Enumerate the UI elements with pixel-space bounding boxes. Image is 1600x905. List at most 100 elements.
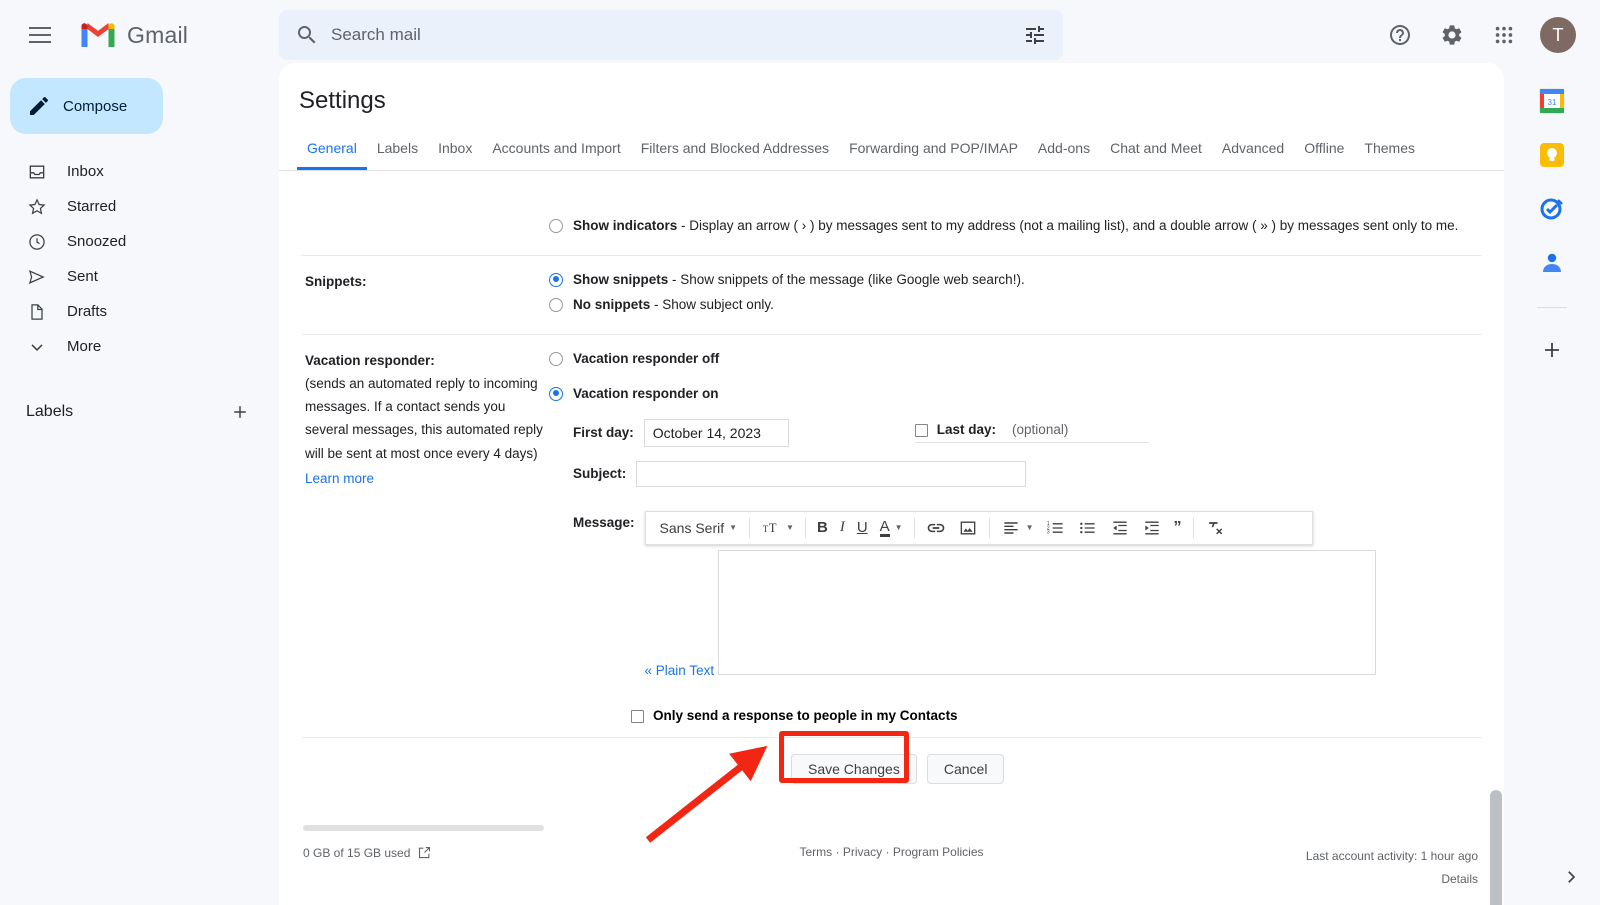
plain-text-link[interactable]: « Plain Text	[645, 663, 715, 678]
sidebar-item-label: Starred	[67, 198, 116, 215]
tab-filters-blocked[interactable]: Filters and Blocked Addresses	[631, 129, 839, 170]
form-actions: Save Changes Cancel	[301, 738, 1482, 784]
google-calendar-icon[interactable]: 31	[1538, 87, 1566, 115]
sidebar-item-snoozed[interactable]: Snoozed	[0, 224, 279, 259]
vacation-on-option[interactable]: Vacation responder on	[549, 384, 1482, 405]
footer-links-text[interactable]: Terms · Privacy · Program Policies	[799, 845, 983, 859]
google-keep-icon[interactable]	[1538, 141, 1566, 169]
labels-section-header: Labels	[0, 392, 279, 432]
tab-advanced[interactable]: Advanced	[1212, 129, 1294, 170]
font-family-dropdown[interactable]: Sans Serif ▼	[652, 514, 744, 542]
google-tasks-icon[interactable]	[1538, 195, 1566, 223]
remove-formatting-icon[interactable]	[1200, 514, 1230, 542]
message-textarea[interactable]	[718, 550, 1376, 675]
chevron-down-icon	[27, 337, 47, 357]
vertical-scrollbar[interactable]	[1490, 790, 1502, 905]
learn-more-link[interactable]: Learn more	[305, 467, 374, 490]
search-icon[interactable]	[295, 23, 319, 47]
rich-text-toolbar: Sans Serif ▼ TT ▼ B I U	[645, 511, 1313, 545]
toolbar-divider	[1193, 518, 1194, 538]
vacation-off-radio[interactable]	[549, 352, 563, 366]
search-bar[interactable]	[279, 10, 1063, 60]
add-side-panel-plus-icon[interactable]	[1540, 338, 1564, 367]
subject-label: Subject:	[573, 466, 626, 481]
tab-accounts-import[interactable]: Accounts and Import	[482, 129, 630, 170]
chevron-down-icon: ▼	[895, 523, 903, 532]
avatar[interactable]: T	[1540, 17, 1576, 53]
tune-icon[interactable]	[1023, 23, 1047, 47]
indent-more-icon[interactable]	[1137, 514, 1167, 542]
show-indicators-option[interactable]: Show indicators - Display an arrow ( › )…	[549, 216, 1482, 237]
tab-add-ons[interactable]: Add-ons	[1028, 129, 1100, 170]
sidebar-item-sent[interactable]: Sent	[0, 259, 279, 294]
save-changes-button[interactable]: Save Changes	[791, 754, 917, 784]
tab-general[interactable]: General	[297, 129, 367, 170]
settings-panel: Settings General Labels Inbox Accounts a…	[279, 63, 1504, 905]
last-day-checkbox[interactable]	[915, 424, 928, 437]
underline-icon[interactable]: U	[852, 514, 873, 542]
show-indicators-radio[interactable]	[549, 219, 563, 233]
tab-offline[interactable]: Offline	[1294, 129, 1354, 170]
search-input[interactable]	[331, 25, 1023, 45]
grid-apps-icon[interactable]	[1480, 11, 1528, 59]
sidebar-item-drafts[interactable]: Drafts	[0, 294, 279, 329]
top-app-bar: Gmail	[0, 0, 1600, 70]
vacation-on-radio[interactable]	[549, 387, 563, 401]
subject-input[interactable]	[636, 461, 1026, 487]
help-icon[interactable]	[1376, 11, 1424, 59]
sidebar-item-more[interactable]: More	[0, 329, 279, 364]
no-snippets-bold: No snippets	[573, 297, 650, 312]
italic-icon[interactable]: I	[835, 514, 850, 542]
cancel-button[interactable]: Cancel	[927, 754, 1005, 784]
show-snippets-radio[interactable]	[549, 273, 563, 287]
activity-details-link[interactable]: Details	[1306, 868, 1478, 891]
chevron-right-icon[interactable]	[1562, 868, 1580, 891]
chevron-down-icon: ▼	[786, 523, 794, 532]
font-family-value: Sans Serif	[660, 520, 725, 536]
brand-title: Gmail	[127, 22, 188, 49]
clock-icon	[27, 232, 47, 252]
contacts-only-label: Only send a response to people in my Con…	[653, 708, 958, 723]
first-day-label: First day:	[573, 425, 634, 440]
indent-less-icon[interactable]	[1105, 514, 1135, 542]
bulleted-list-icon[interactable]	[1073, 514, 1103, 542]
quote-icon[interactable]: ”	[1169, 514, 1187, 542]
show-indicators-desc: - Display an arrow ( › ) by messages sen…	[677, 218, 1458, 233]
first-day-input[interactable]	[644, 419, 789, 447]
gear-icon[interactable]	[1428, 11, 1476, 59]
toolbar-divider	[805, 518, 806, 538]
sidebar-item-starred[interactable]: Starred	[0, 189, 279, 224]
toolbar-divider	[989, 518, 990, 538]
contacts-only-checkbox[interactable]	[631, 710, 644, 723]
show-snippets-desc: - Show snippets of the message (like Goo…	[668, 272, 1024, 287]
last-day-placeholder: (optional)	[1012, 422, 1068, 437]
main-menu-icon[interactable]	[16, 11, 64, 59]
sidebar-item-inbox[interactable]: Inbox	[0, 154, 279, 189]
gmail-logo-brand[interactable]: Gmail	[78, 20, 188, 50]
insert-link-icon[interactable]	[921, 514, 951, 542]
no-snippets-option[interactable]: No snippets - Show subject only.	[549, 295, 1482, 316]
show-snippets-option[interactable]: Show snippets - Show snippets of the mes…	[549, 270, 1482, 291]
send-icon	[27, 267, 47, 287]
create-label-plus-icon[interactable]	[229, 401, 251, 423]
tab-forwarding-pop-imap[interactable]: Forwarding and POP/IMAP	[839, 129, 1028, 170]
align-icon[interactable]: ▼	[996, 514, 1039, 542]
vacation-off-option[interactable]: Vacation responder off	[549, 349, 1482, 370]
storage-progress-bar	[303, 825, 544, 831]
numbered-list-icon[interactable]: 123	[1041, 514, 1071, 542]
side-panel: 31	[1504, 63, 1600, 905]
tab-chat-and-meet[interactable]: Chat and Meet	[1100, 129, 1212, 170]
insert-image-icon[interactable]	[953, 514, 983, 542]
tab-themes[interactable]: Themes	[1354, 129, 1425, 170]
last-day-group: Last day: (optional)	[915, 422, 1149, 443]
google-contacts-icon[interactable]	[1538, 249, 1566, 277]
message-label: Message:	[573, 501, 635, 678]
bold-icon[interactable]: B	[812, 514, 833, 542]
font-size-icon[interactable]: TT ▼	[756, 514, 799, 542]
tab-labels[interactable]: Labels	[367, 129, 428, 170]
tab-inbox[interactable]: Inbox	[428, 129, 482, 170]
sidebar-item-label: More	[67, 338, 101, 355]
compose-button[interactable]: Compose	[10, 78, 163, 134]
no-snippets-radio[interactable]	[549, 298, 563, 312]
text-color-icon[interactable]: A ▼	[875, 514, 908, 542]
